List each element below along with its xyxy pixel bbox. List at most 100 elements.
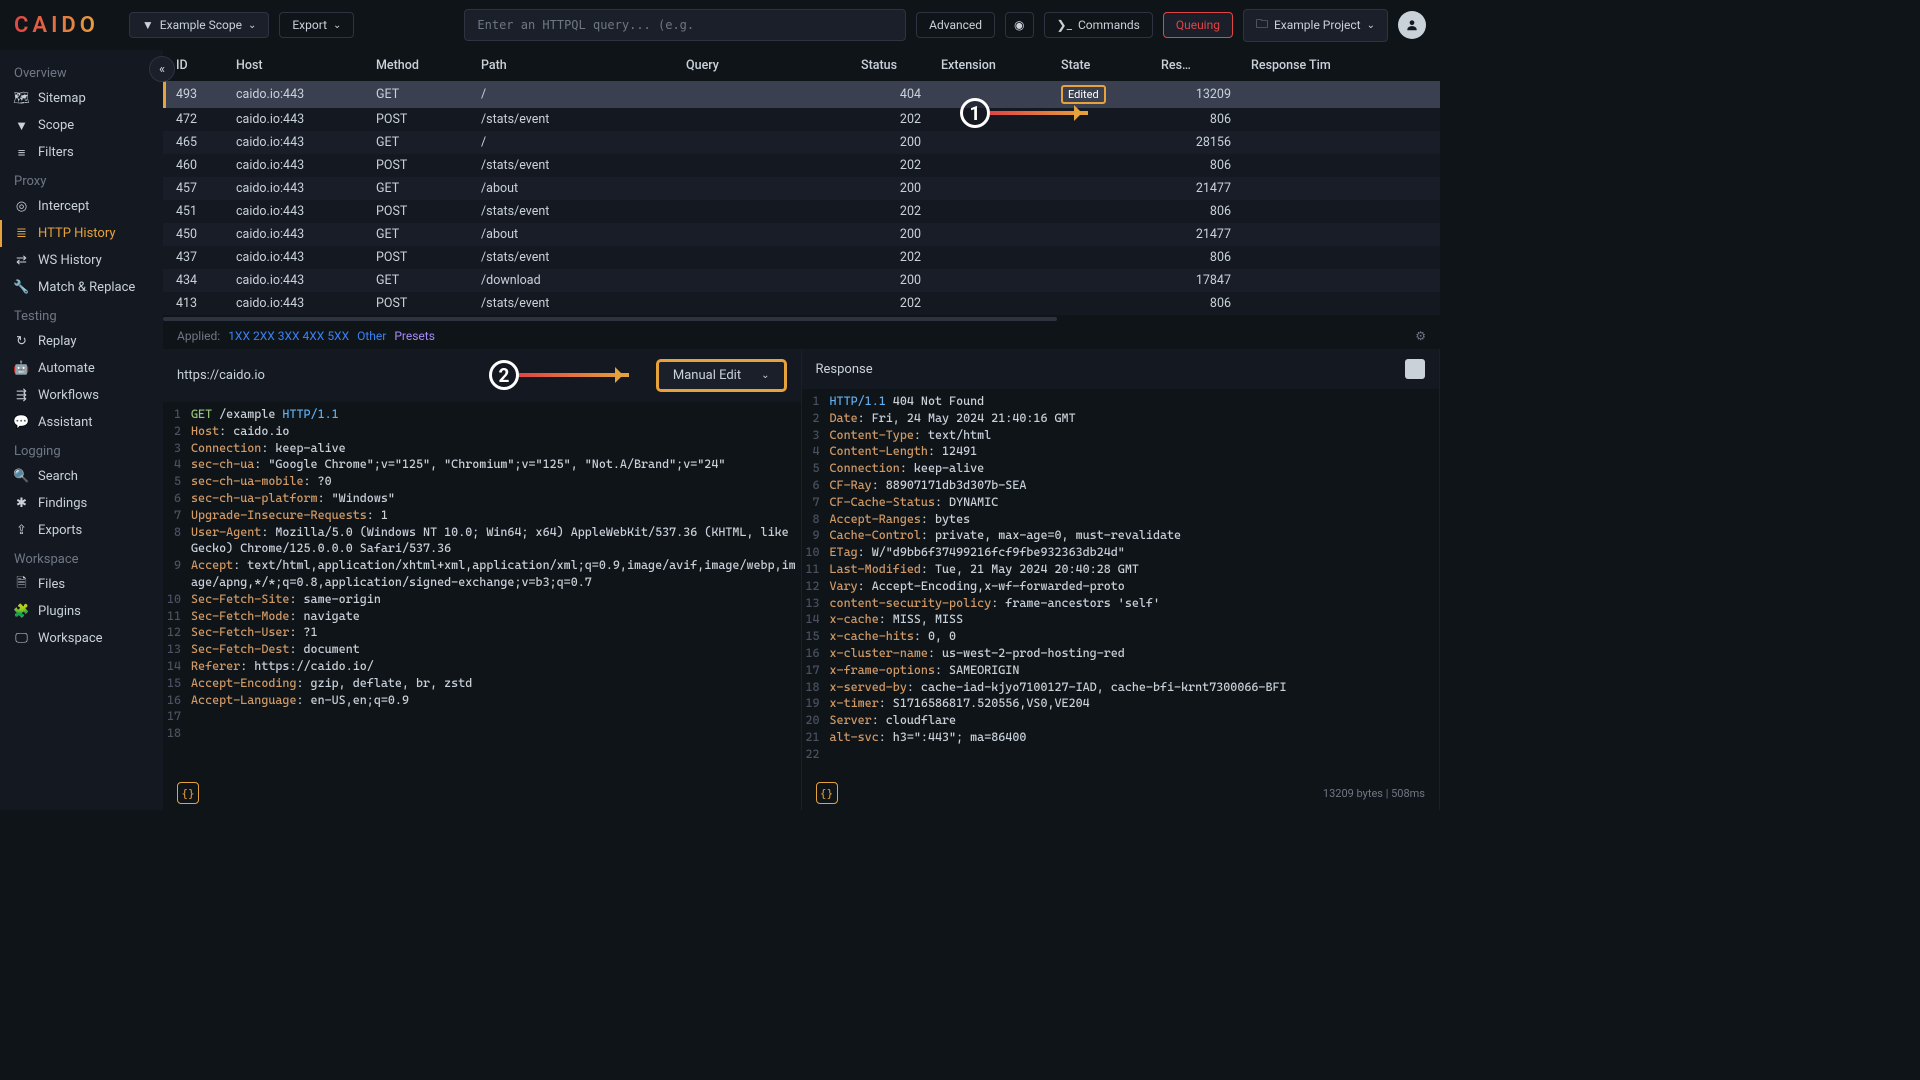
line-number: 1 bbox=[802, 393, 830, 410]
table-row[interactable]: 451caido.io:443POST/stats/event202806 bbox=[163, 200, 1440, 223]
scope-label: Example Scope bbox=[160, 18, 242, 32]
export-dropdown[interactable]: Export ⌄ bbox=[279, 12, 354, 38]
column-header[interactable]: Host bbox=[226, 50, 366, 81]
line-number: 17 bbox=[802, 662, 830, 679]
line-number: 1 bbox=[163, 406, 191, 423]
sidebar-item-sitemap[interactable]: 🗺Sitemap bbox=[0, 85, 163, 112]
line-text: Server: cloudflare bbox=[830, 712, 957, 729]
manual-edit-dropdown[interactable]: Manual Edit ⌄ bbox=[656, 359, 787, 392]
column-header[interactable]: Method bbox=[366, 50, 471, 81]
sidebar-item-plugins[interactable]: 🧩Plugins bbox=[0, 598, 163, 625]
code-line: 1HTTP/1.1 404 Not Found bbox=[802, 393, 1440, 410]
sidebar-item-workspace[interactable]: 🖵 Workspace bbox=[0, 625, 163, 652]
chevron-down-icon: ⌄ bbox=[248, 20, 256, 31]
cell: 202 bbox=[851, 108, 931, 131]
response-code[interactable]: 1HTTP/1.1 404 Not Found2Date: Fri, 24 Ma… bbox=[802, 389, 1440, 776]
horizontal-scrollbar[interactable] bbox=[163, 315, 1440, 323]
table-row[interactable]: 413caido.io:443POST/stats/event202806 bbox=[163, 292, 1440, 315]
column-header[interactable]: Status bbox=[851, 50, 931, 81]
cell: 472 bbox=[166, 108, 226, 131]
request-url: https://caido.io bbox=[177, 368, 265, 383]
request-code[interactable]: 1GET /example HTTP/1.12Host: caido.io3Co… bbox=[163, 402, 801, 776]
advanced-button[interactable]: Advanced bbox=[916, 12, 995, 38]
table-row[interactable]: 493caido.io:443GET/404Edited13209 bbox=[163, 81, 1440, 108]
cell: /about bbox=[471, 223, 676, 246]
sidebar-item-assistant[interactable]: 💬Assistant bbox=[0, 409, 163, 436]
cell bbox=[931, 246, 1051, 269]
table-row[interactable]: 465caido.io:443GET/20028156 bbox=[163, 131, 1440, 154]
sidebar-item-intercept[interactable]: ◎Intercept bbox=[0, 193, 163, 220]
code-line: 12Vary: Accept-Encoding,x-wf-forwarded-p… bbox=[802, 578, 1440, 595]
column-header[interactable]: Extension bbox=[931, 50, 1051, 81]
sidebar-item-automate[interactable]: 🤖Automate bbox=[0, 355, 163, 382]
line-text: GET /example HTTP/1.1 bbox=[191, 406, 339, 423]
sidebar-item-scope[interactable]: ▼Scope bbox=[0, 112, 163, 139]
table-row[interactable]: 437caido.io:443POST/stats/event202806 bbox=[163, 246, 1440, 269]
filter-presets[interactable]: Presets bbox=[394, 329, 435, 343]
json-toggle[interactable]: {} bbox=[177, 782, 199, 804]
line-number: 3 bbox=[163, 440, 191, 457]
column-header[interactable]: State bbox=[1051, 50, 1151, 81]
browser-button[interactable]: ◉ bbox=[1005, 12, 1033, 38]
wrench-icon: 🔧 bbox=[14, 280, 29, 295]
collapse-sidebar-button[interactable]: « bbox=[149, 56, 175, 82]
column-header[interactable]: Path bbox=[471, 50, 676, 81]
avatar[interactable] bbox=[1398, 11, 1426, 39]
sidebar-section-overview: Overview bbox=[0, 58, 163, 85]
line-text: x-cache: MISS, MISS bbox=[830, 611, 964, 628]
cell: 450 bbox=[166, 223, 226, 246]
code-line: 4sec-ch-ua: "Google Chrome";v="125", "Ch… bbox=[163, 456, 801, 473]
filter-code-2XX[interactable]: 2XX bbox=[253, 329, 278, 343]
sidebar-section-logging: Logging bbox=[0, 436, 163, 463]
line-number: 16 bbox=[802, 645, 830, 662]
code-line: 1GET /example HTTP/1.1 bbox=[163, 406, 801, 423]
sidebar-item-search[interactable]: 🔍Search bbox=[0, 463, 163, 490]
sidebar-item-ws-history[interactable]: ⇄WS History bbox=[0, 247, 163, 274]
cell bbox=[1241, 269, 1440, 292]
json-toggle[interactable]: {} bbox=[816, 782, 838, 804]
table-row[interactable]: 472caido.io:443POST/stats/event202806 bbox=[163, 108, 1440, 131]
column-header[interactable]: Response Tim bbox=[1241, 50, 1440, 81]
table-row[interactable]: 434caido.io:443GET/download20017847 bbox=[163, 269, 1440, 292]
monitor-icon: 🖵 bbox=[14, 631, 29, 646]
filter-other[interactable]: Other bbox=[357, 329, 386, 343]
cell: caido.io:443 bbox=[226, 200, 366, 223]
sidebar-item-filters[interactable]: ≡Filters bbox=[0, 139, 163, 166]
sidebar-item-label: Workspace bbox=[38, 631, 103, 646]
sidebar-item-http-history[interactable]: ≣HTTP History bbox=[0, 220, 163, 247]
table-row[interactable]: 450caido.io:443GET/about20021477 bbox=[163, 223, 1440, 246]
cell bbox=[676, 200, 851, 223]
response-pane: Response 1HTTP/1.1 404 Not Found2Date: F… bbox=[802, 349, 1441, 810]
filter-code-5XX[interactable]: 5XX bbox=[327, 329, 349, 343]
sidebar-item-replay[interactable]: ↻Replay bbox=[0, 328, 163, 355]
sidebar-section-testing: Testing bbox=[0, 301, 163, 328]
commands-button[interactable]: ❯_ Commands bbox=[1044, 12, 1153, 38]
scope-dropdown[interactable]: ▼ Example Scope ⌄ bbox=[129, 12, 269, 38]
sidebar-item-workflows[interactable]: ⇶Workflows bbox=[0, 382, 163, 409]
sidebar-item-label: Workflows bbox=[38, 388, 99, 403]
line-text: Sec-Fetch-Mode: navigate bbox=[191, 608, 360, 625]
column-header[interactable]: Query bbox=[676, 50, 851, 81]
table-row[interactable]: 460caido.io:443POST/stats/event202806 bbox=[163, 154, 1440, 177]
sidebar-item-files[interactable]: 🗎Files bbox=[0, 571, 163, 598]
filter-code-3XX[interactable]: 3XX bbox=[278, 329, 303, 343]
cell: /about bbox=[471, 177, 676, 200]
project-dropdown[interactable]: 🗀 Example Project ⌄ bbox=[1243, 9, 1388, 42]
http-history-table: IDHostMethodPathQueryStatusExtensionStat… bbox=[163, 50, 1440, 315]
filter-code-4XX[interactable]: 4XX bbox=[303, 329, 328, 343]
queuing-button[interactable]: Queuing bbox=[1163, 12, 1233, 38]
sidebar-item-exports[interactable]: ⇪Exports bbox=[0, 517, 163, 544]
response-title: Response bbox=[816, 362, 873, 377]
filter-code-1XX[interactable]: 1XX bbox=[228, 329, 253, 343]
httpql-input[interactable]: Enter an HTTPQL query... (e.g. bbox=[464, 9, 906, 41]
column-header[interactable]: ID bbox=[166, 50, 226, 81]
line-text: Last-Modified: Tue, 21 May 2024 20:40:28… bbox=[830, 561, 1139, 578]
sidebar-item-findings[interactable]: ✱Findings bbox=[0, 490, 163, 517]
table-row[interactable]: 457caido.io:443GET/about20021477 bbox=[163, 177, 1440, 200]
image-icon[interactable] bbox=[1405, 359, 1425, 379]
column-header[interactable]: Res… bbox=[1151, 50, 1241, 81]
line-text: Sec-Fetch-User: ?1 bbox=[191, 624, 318, 641]
line-number: 5 bbox=[802, 460, 830, 477]
gear-icon[interactable]: ⚙ bbox=[1415, 329, 1426, 343]
sidebar-item-match--replace[interactable]: 🔧Match & Replace bbox=[0, 274, 163, 301]
